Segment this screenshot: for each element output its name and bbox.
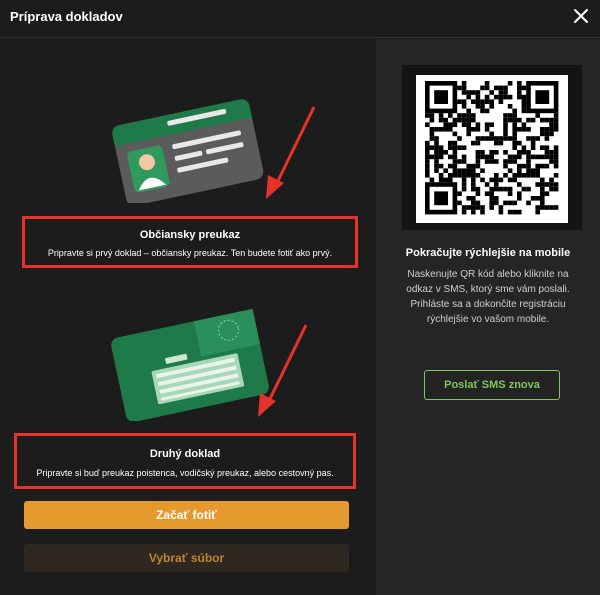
- arrow-icon: [266, 106, 316, 199]
- id-card-illustration: [112, 99, 264, 203]
- close-icon[interactable]: [572, 7, 590, 25]
- second-document-description: Pripravte si buď preukaz poistenca, vodi…: [36, 468, 334, 478]
- mobile-description: Naskenujte QR kód alebo kliknite na odka…: [406, 269, 570, 325]
- mobile-title: Pokračujte rýchlejšie na mobile: [405, 247, 571, 259]
- arrow-icon: [258, 324, 308, 417]
- resend-sms-button[interactable]: Poslať SMS znova: [424, 370, 560, 400]
- second-document-info-box: Druhý doklad Pripravte si buď preukaz po…: [14, 433, 356, 489]
- id-card-info-box: Občiansky preukaz Pripravte si prvý dokl…: [22, 216, 358, 268]
- qr-code[interactable]: [416, 75, 568, 223]
- id-card-title: Občiansky preukaz: [139, 229, 241, 241]
- qr-code-container: [402, 65, 582, 230]
- id-card-description: Pripravte si prvý doklad – občiansky pre…: [47, 248, 333, 258]
- second-document-title: Druhý doklad: [149, 448, 221, 460]
- dialog-header: Príprava dokladov: [0, 0, 600, 38]
- document-instructions-panel: Občiansky preukaz Pripravte si prvý dokl…: [0, 39, 376, 595]
- start-photo-button[interactable]: Začať fotiť: [24, 501, 349, 529]
- dialog-title: Príprava dokladov: [10, 9, 123, 24]
- mobile-continue-panel: Pokračujte rýchlejšie na mobile Naskenuj…: [376, 39, 600, 595]
- choose-file-button[interactable]: Vybrať súbor: [24, 544, 349, 572]
- second-document-illustration: [111, 308, 269, 421]
